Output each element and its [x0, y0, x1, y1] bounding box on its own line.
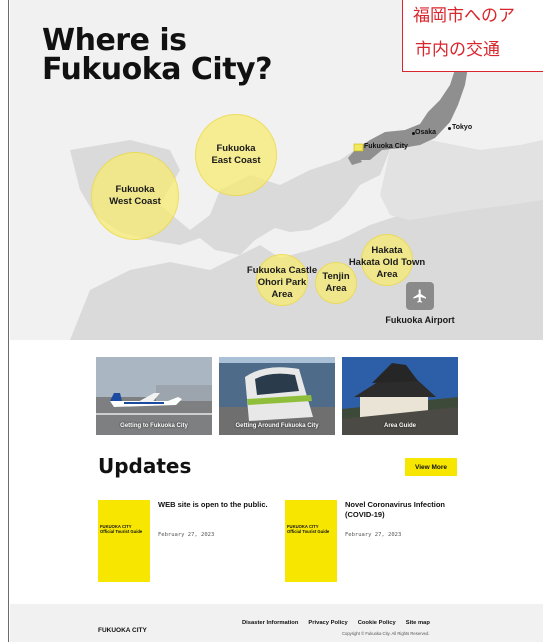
- view-more-button[interactable]: View More: [405, 458, 457, 476]
- footer: FUKUOKA CITY Disaster Information Privac…: [10, 604, 543, 642]
- area-east-coast[interactable]: Fukuoka East Coast: [195, 114, 277, 196]
- news-thumbnail[interactable]: FUKUOKA CITY Official Tourist Guide: [98, 500, 150, 582]
- area-west-coast[interactable]: Fukuoka West Coast: [91, 152, 179, 240]
- area-castle-label[interactable]: Fukuoka Castle Ohori Park Area: [244, 265, 320, 301]
- card-label-getting-to[interactable]: Getting to Fukuoka City: [96, 423, 212, 429]
- page: Where is Fukuoka City? 福岡市へのア 市内の交通 Osak…: [10, 0, 543, 642]
- news-title[interactable]: WEB site is open to the public.: [158, 500, 278, 510]
- footer-link-privacy[interactable]: Privacy Policy: [308, 620, 347, 626]
- jp-banner-line-1[interactable]: 福岡市へのア: [413, 1, 515, 26]
- news-date: February 27, 2023: [158, 532, 215, 538]
- news-title[interactable]: Novel Coronavirus Infection (COVID-19): [345, 500, 465, 520]
- japanese-nav-banner[interactable]: 福岡市へのア 市内の交通: [402, 0, 543, 72]
- airport-label[interactable]: Fukuoka Airport: [380, 314, 460, 326]
- card-getting-around[interactable]: Getting Around Fukuoka City: [219, 357, 335, 435]
- guide-cards: Getting to Fukuoka City Getting Around F…: [96, 357, 458, 435]
- area-hakata-label[interactable]: Hakata Hakata Old Town Area: [346, 245, 428, 281]
- card-getting-to[interactable]: Getting to Fukuoka City: [96, 357, 212, 435]
- hero-map-section: Where is Fukuoka City? 福岡市へのア 市内の交通 Osak…: [10, 0, 543, 340]
- footer-link-cookie[interactable]: Cookie Policy: [358, 620, 396, 626]
- news-item[interactable]: FUKUOKA CITY Official Tourist Guide Nove…: [285, 500, 465, 582]
- page-title: Where is Fukuoka City?: [42, 23, 273, 87]
- window-left-edge: [0, 0, 9, 642]
- updates-heading: Updates: [98, 454, 192, 478]
- news-date: February 27, 2023: [345, 532, 402, 538]
- jp-banner-line-2[interactable]: 市内の交通: [415, 35, 500, 60]
- card-label-area-guide[interactable]: Area Guide: [342, 423, 458, 429]
- card-label-getting-around[interactable]: Getting Around Fukuoka City: [219, 423, 335, 429]
- footer-link-sitemap[interactable]: Site map: [406, 620, 430, 626]
- footer-brand[interactable]: FUKUOKA CITY: [98, 627, 147, 634]
- fukuoka-city-label: Fukuoka City: [364, 143, 408, 150]
- news-thumbnail[interactable]: FUKUOKA CITY Official Tourist Guide: [285, 500, 337, 582]
- news-item[interactable]: FUKUOKA CITY Official Tourist Guide WEB …: [98, 500, 278, 582]
- tokyo-dot: [448, 127, 451, 130]
- tokyo-label: Tokyo: [452, 124, 473, 131]
- card-area-guide[interactable]: Area Guide: [342, 357, 458, 435]
- news-thumb-brand: FUKUOKA CITY Official Tourist Guide: [287, 524, 330, 534]
- airplane-icon[interactable]: [406, 282, 434, 310]
- osaka-label: Osaka: [415, 129, 437, 136]
- footer-links: Disaster Information Privacy Policy Cook…: [242, 620, 430, 626]
- japan-fukuoka-marker: [353, 143, 364, 152]
- copyright-text: Copyright © Fukuoka City. All Rights Res…: [342, 631, 430, 636]
- news-thumb-brand: FUKUOKA CITY Official Tourist Guide: [100, 524, 143, 534]
- footer-link-disaster[interactable]: Disaster Information: [242, 620, 298, 626]
